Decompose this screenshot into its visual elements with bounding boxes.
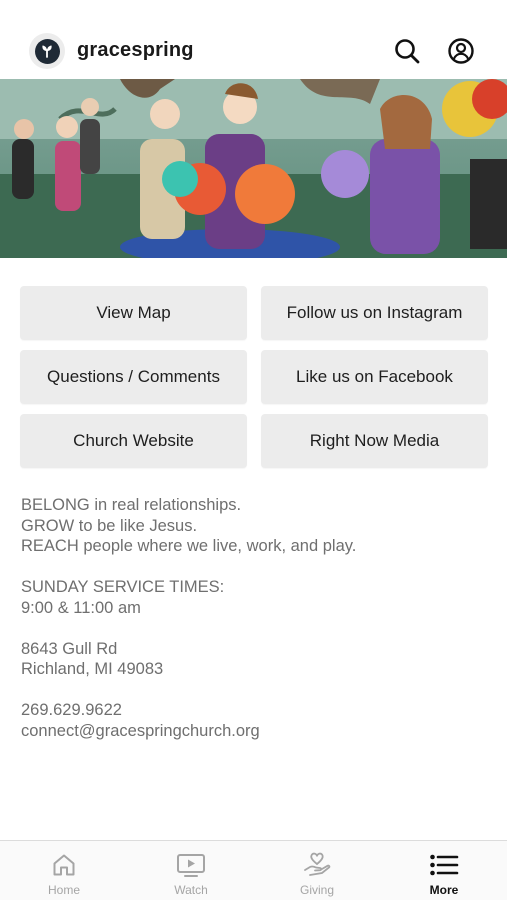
giving-icon bbox=[302, 851, 332, 879]
service-times-value: 9:00 & 11:00 am bbox=[21, 598, 141, 617]
tab-label: Watch bbox=[174, 883, 208, 897]
tab-label: Home bbox=[47, 883, 80, 897]
app-header: gracespring bbox=[0, 26, 507, 78]
brand-name: gracespring bbox=[77, 39, 194, 61]
home-icon bbox=[51, 851, 77, 879]
phone-number[interactable]: 269.629.9622 bbox=[21, 700, 491, 721]
contact: 269.629.9622 connect@gracespringchurch.o… bbox=[21, 700, 491, 741]
logo-icon bbox=[34, 38, 60, 64]
tab-watch[interactable]: Watch bbox=[141, 841, 241, 900]
right-now-media-button[interactable]: Right Now Media bbox=[261, 414, 488, 468]
church-logo bbox=[29, 33, 65, 69]
church-info: BELONG in real relationships. GROW to be… bbox=[21, 495, 491, 762]
instagram-button[interactable]: Follow us on Instagram bbox=[261, 286, 488, 340]
tab-more[interactable]: More bbox=[394, 841, 494, 900]
facebook-button[interactable]: Like us on Facebook bbox=[261, 350, 488, 404]
tab-bar: Home Watch Giving More bbox=[0, 840, 507, 900]
address-line-2: Richland, MI 49083 bbox=[21, 660, 164, 678]
tab-label: More bbox=[429, 883, 459, 897]
account-icon[interactable] bbox=[446, 36, 476, 66]
mission-statement: BELONG in real relationships. GROW to be… bbox=[21, 495, 491, 557]
tab-label: Giving bbox=[299, 883, 334, 897]
search-icon[interactable] bbox=[392, 36, 422, 66]
mission-line: BELONG in real relationships. bbox=[21, 496, 242, 514]
service-times: SUNDAY SERVICE TIMES: 9:00 & 11:00 am bbox=[21, 577, 491, 618]
service-times-title: SUNDAY SERVICE TIMES: bbox=[21, 578, 225, 596]
address-line-1: 8643 Gull Rd bbox=[21, 639, 118, 658]
questions-comments-button[interactable]: Questions / Comments bbox=[20, 350, 247, 404]
tab-home[interactable]: Home bbox=[14, 841, 114, 900]
mission-line: GROW to be like Jesus. bbox=[21, 516, 198, 535]
email-address[interactable]: connect@gracespringchurch.org bbox=[21, 721, 491, 742]
mission-line: REACH people where we live, work, and pl… bbox=[21, 537, 357, 555]
list-icon bbox=[429, 851, 459, 879]
play-icon bbox=[176, 851, 206, 879]
hero-image bbox=[0, 79, 507, 258]
view-map-button[interactable]: View Map bbox=[20, 286, 247, 340]
tab-giving[interactable]: Giving bbox=[267, 841, 367, 900]
screen: gracespring View Map Follow us on Instag… bbox=[0, 0, 507, 900]
church-website-button[interactable]: Church Website bbox=[20, 414, 247, 468]
address: 8643 Gull Rd Richland, MI 49083 bbox=[21, 639, 491, 680]
